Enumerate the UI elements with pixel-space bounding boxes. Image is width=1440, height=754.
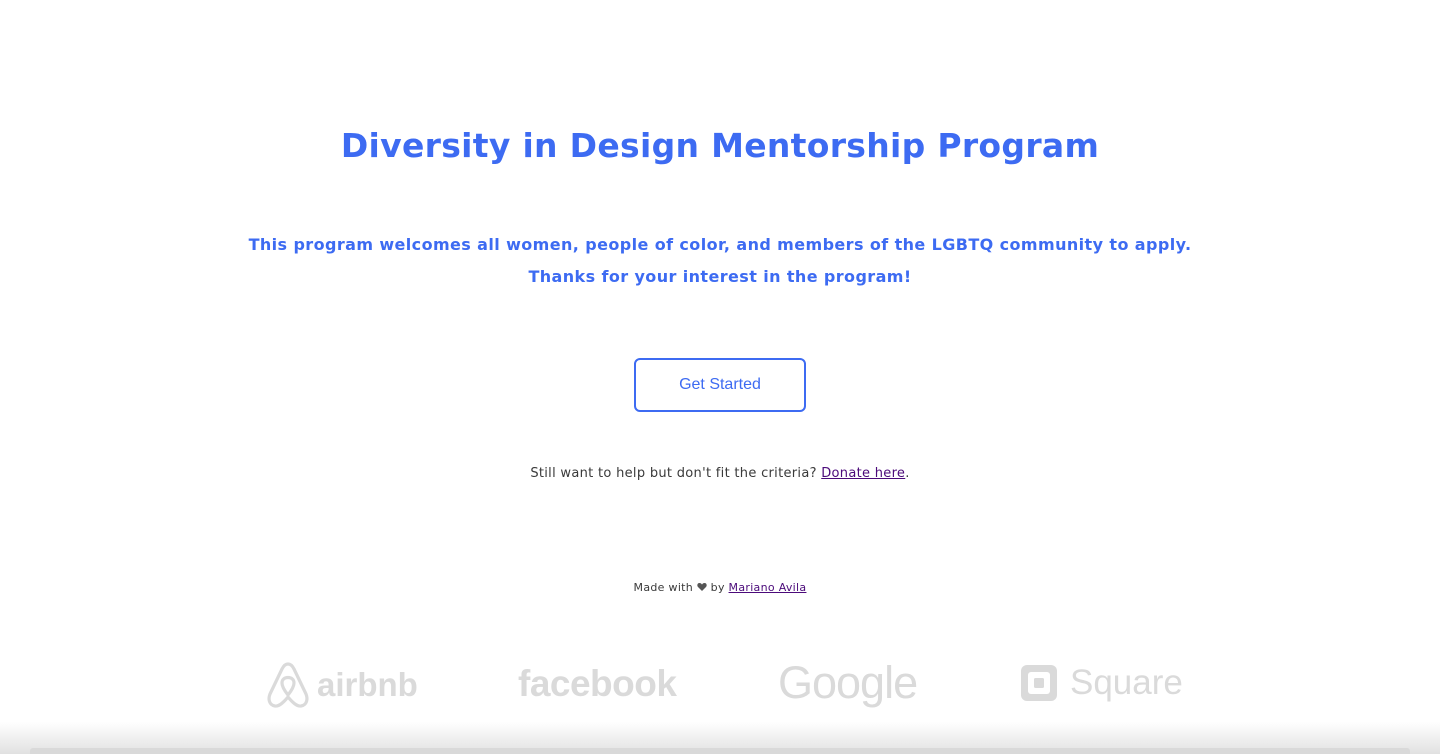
footer-credit: Made with by Mariano Avila <box>0 581 1440 594</box>
airbnb-logo-icon <box>267 662 309 708</box>
heart-icon <box>697 583 707 591</box>
intro-text-line-1: This program welcomes all women, people … <box>248 235 1192 254</box>
intro-text-line-2: Thanks for your interest in the program! <box>528 267 912 286</box>
credit-middle-text: by <box>706 581 729 594</box>
square-logo-text: Square <box>1070 663 1183 702</box>
landing-page: Diversity in Design Mentorship Program T… <box>0 0 1440 754</box>
airbnb-logo-text: airbnb <box>317 666 418 703</box>
donate-prefix-text: Still want to help but don't fit the cri… <box>530 466 822 481</box>
google-logo: Google <box>778 657 918 709</box>
get-started-button[interactable]: Get Started <box>634 358 806 412</box>
sponsor-logos: airbnb facebook Google Square <box>0 655 1440 715</box>
square-logo-icon <box>1021 665 1057 701</box>
donate-suffix-text: . <box>905 466 910 481</box>
square-logo: Square <box>1020 663 1183 703</box>
bottom-edge-bar <box>30 748 1410 754</box>
page-title: Diversity in Design Mentorship Program <box>340 126 1100 165</box>
airbnb-logo: airbnb <box>265 661 418 709</box>
credit-prefix-text: Made with <box>633 581 697 594</box>
facebook-logo-text: facebook <box>518 663 677 704</box>
author-link[interactable]: Mariano Avila <box>729 581 807 594</box>
google-logo-text: Google <box>778 657 918 708</box>
donate-message: Still want to help but don't fit the cri… <box>0 466 1440 481</box>
donate-link[interactable]: Donate here <box>821 466 905 481</box>
facebook-logo: facebook <box>518 663 677 705</box>
